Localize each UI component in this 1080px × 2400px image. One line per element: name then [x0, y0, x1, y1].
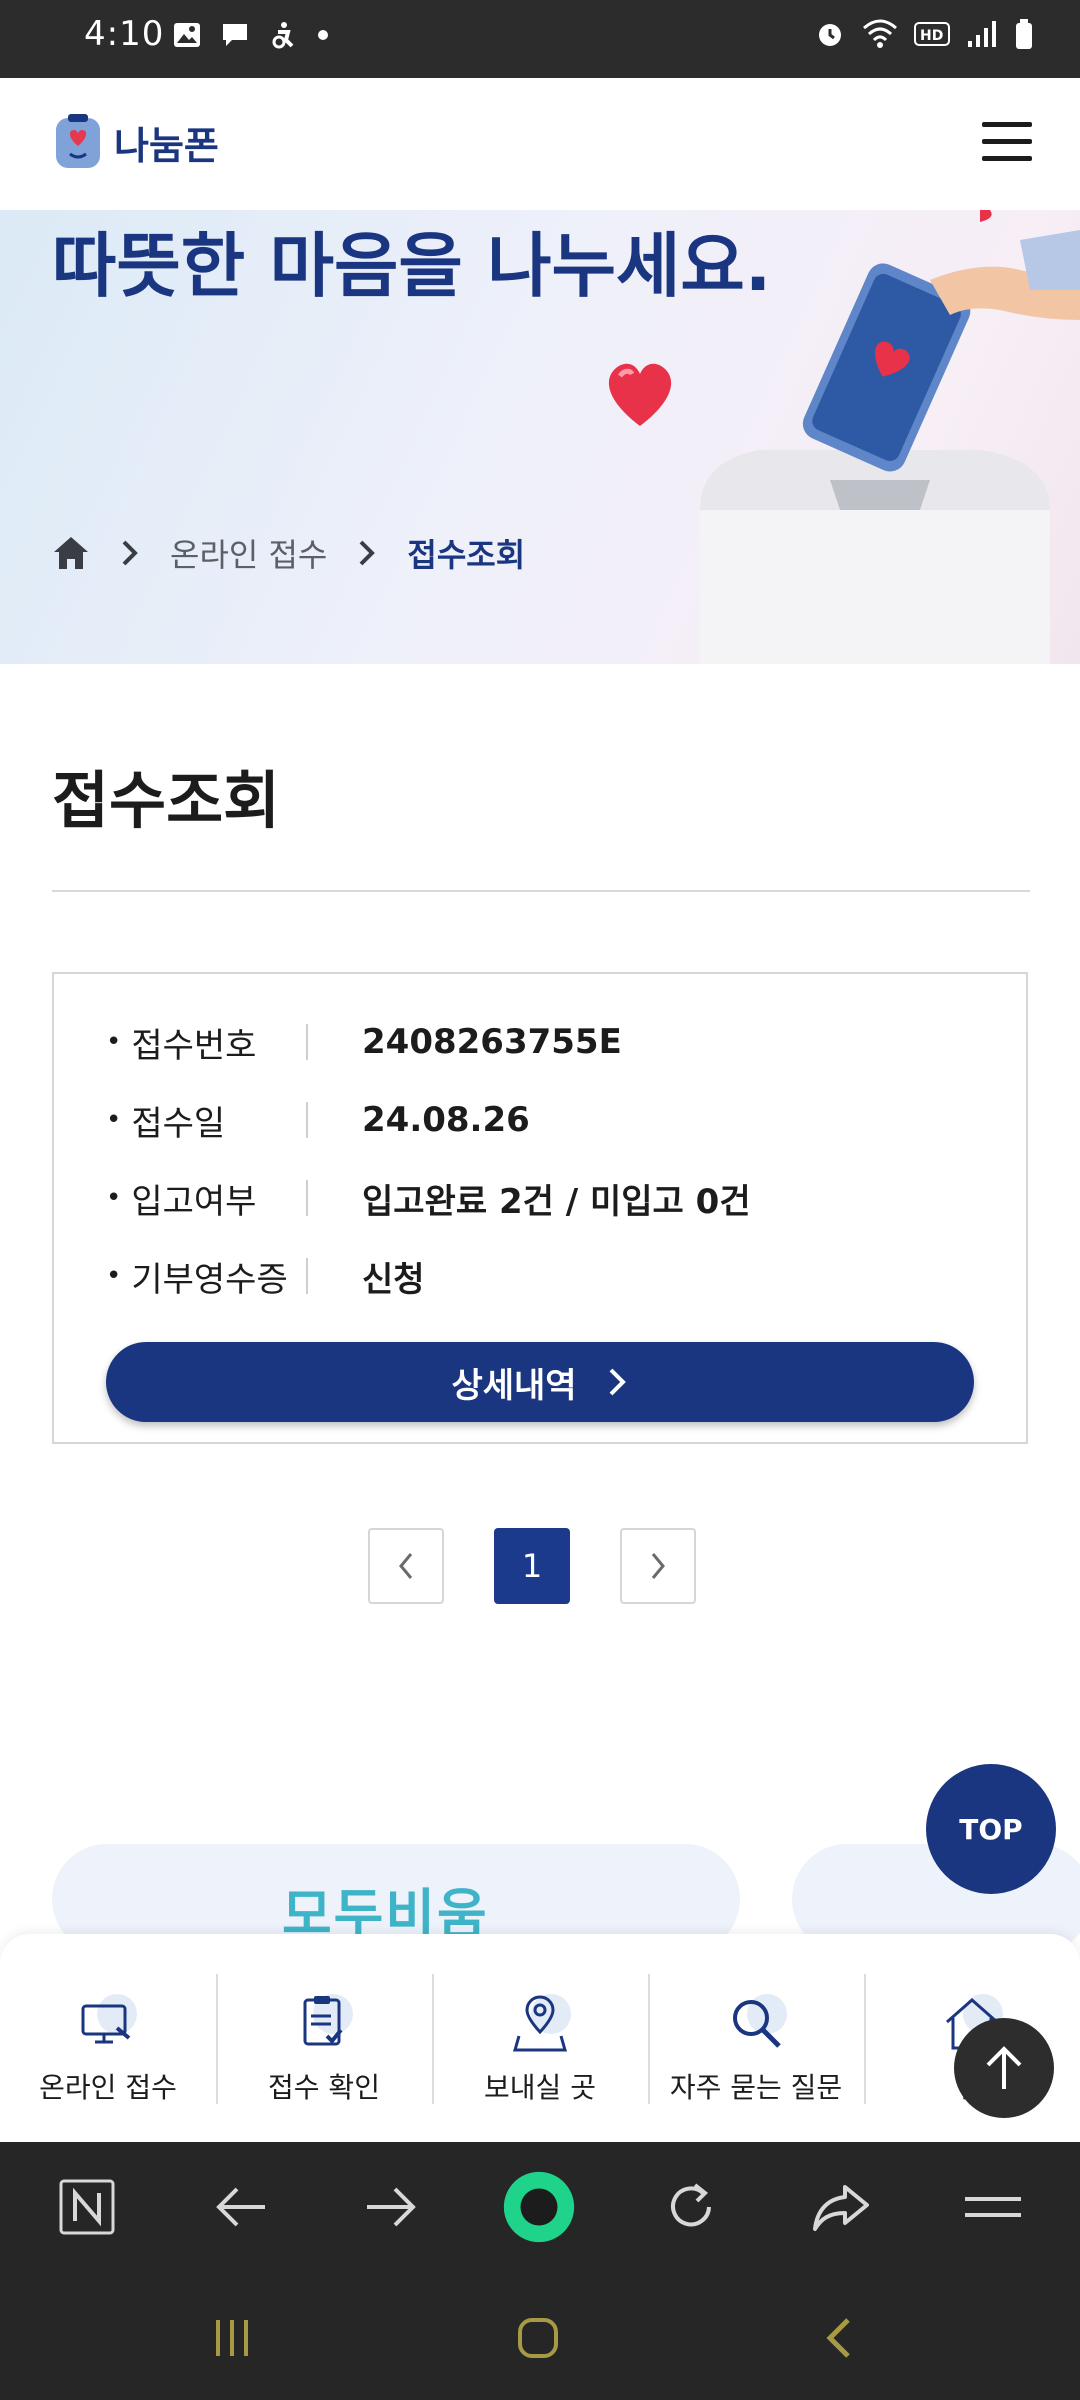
system-icons: HD	[814, 18, 1034, 50]
home-nav-icon[interactable]	[514, 2316, 562, 2360]
map-pin-icon	[505, 1988, 575, 2058]
quick-online-reception[interactable]: 온라인 접수	[0, 1934, 216, 2142]
forward-button[interactable]	[354, 2170, 428, 2244]
hd-icon: HD	[914, 22, 950, 46]
menu-line	[982, 122, 1032, 127]
chevron-right-icon	[651, 1553, 665, 1579]
row-separator	[306, 1258, 308, 1294]
logo-heart-phone-icon	[56, 114, 100, 168]
prev-page-button[interactable]	[368, 1528, 444, 1604]
detail-button-label: 상세내역	[451, 1365, 577, 1406]
donation-box-illustration	[700, 210, 1080, 664]
quick-label: 자주 묻는 질문	[669, 2071, 843, 2104]
chevron-right-icon	[609, 1368, 626, 1396]
heart-icon	[608, 363, 672, 426]
next-page-button[interactable]	[620, 1528, 696, 1604]
search-icon	[721, 1988, 791, 2058]
menu-icon	[965, 2197, 1021, 2217]
clipboard-check-icon	[289, 1988, 359, 2058]
chat-icon	[223, 24, 247, 46]
receipt-row-stock-status: 입고여부 입고완료 2건 / 미입고 0건	[106, 1168, 751, 1228]
naver-home-button[interactable]	[50, 2170, 124, 2244]
scroll-to-top-button[interactable]	[954, 2018, 1054, 2118]
chevron-left-icon	[399, 1553, 413, 1579]
chevron-right-icon	[359, 540, 376, 566]
breadcrumb: 온라인 접수 접수조회	[52, 530, 525, 576]
hero-banner: 따뜻한 마음을 나누세요. 온라인 접수 접수조회	[0, 210, 1080, 664]
share-button[interactable]	[804, 2170, 878, 2244]
accessibility-icon	[272, 22, 294, 49]
status-bar: 4:10 HD	[0, 0, 1080, 78]
row-label: 접수일	[106, 1096, 306, 1145]
receipt-row-number: 접수번호 2408263755E	[106, 1012, 622, 1072]
alarm-icon	[819, 24, 841, 46]
breadcrumb-current: 접수조회	[407, 536, 526, 574]
quick-label: 접수 확인	[268, 2071, 380, 2104]
receipt-row-donation-receipt: 기부영수증 신청	[106, 1246, 425, 1306]
status-time: 4:10	[84, 14, 165, 54]
site-header: 나눔폰	[0, 78, 1080, 210]
row-separator	[306, 1024, 308, 1060]
home-icon[interactable]	[52, 534, 90, 572]
quick-label: 온라인 접수	[39, 2071, 177, 2104]
detail-button[interactable]: 상세내역	[106, 1342, 974, 1422]
signal-icon	[968, 21, 996, 47]
row-label: 입고여부	[106, 1174, 306, 1223]
arrow-up-icon	[986, 2046, 1022, 2089]
notification-icons	[172, 20, 330, 50]
chevron-right-icon	[122, 540, 138, 566]
share-icon	[813, 2185, 869, 2231]
row-label: 기부영수증	[106, 1252, 306, 1301]
quick-label: 보내실 곳	[484, 2071, 596, 2104]
refresh-button[interactable]	[654, 2170, 728, 2244]
quick-faq[interactable]: 자주 묻는 질문	[648, 1934, 864, 2142]
hero-title: 따뜻한 마음을 나누세요.	[52, 225, 772, 307]
recent-apps-icon[interactable]	[210, 2316, 254, 2360]
hamburger-menu-button[interactable]	[982, 122, 1032, 162]
pagination: 1	[368, 1528, 696, 1604]
menu-line	[982, 139, 1032, 144]
svg-text:HD: HD	[920, 28, 943, 44]
row-separator	[306, 1180, 308, 1216]
row-separator	[306, 1102, 308, 1138]
page-title: 접수조회	[52, 764, 281, 837]
row-value: 24.08.26	[362, 1100, 530, 1140]
arrow-left-icon	[216, 2187, 265, 2227]
browser-menu-button[interactable]	[956, 2170, 1030, 2244]
back-button[interactable]	[204, 2170, 278, 2244]
dot-icon	[318, 30, 328, 40]
divider	[52, 890, 1030, 892]
row-label: 접수번호	[106, 1018, 306, 1067]
naver-n-icon	[59, 2179, 115, 2235]
quick-menu: 온라인 접수 접수 확인 보내실 곳 자주 묻는 질문 홈	[0, 1934, 1080, 2142]
receipt-row-date: 접수일 24.08.26	[106, 1090, 530, 1150]
browser-toolbar	[0, 2142, 1080, 2272]
system-nav-bar	[0, 2272, 1080, 2400]
logo-text: 나눔폰	[114, 123, 219, 168]
row-value: 신청	[362, 1259, 425, 1300]
back-nav-icon[interactable]	[820, 2316, 856, 2360]
page-number-button[interactable]: 1	[494, 1528, 570, 1604]
site-logo[interactable]: 나눔폰	[50, 112, 219, 172]
battery-icon	[1016, 19, 1032, 49]
gallery-icon	[174, 23, 200, 47]
breadcrumb-online-reception[interactable]: 온라인 접수	[170, 530, 327, 576]
arrow-right-icon	[367, 2187, 416, 2227]
row-value: 입고완료 2건 / 미입고 0건	[362, 1181, 751, 1222]
receipt-card: 접수번호 2408263755E 접수일 24.08.26 입고여부 입고완료 …	[52, 972, 1028, 1444]
wifi-icon	[863, 19, 897, 48]
menu-line	[982, 156, 1032, 161]
row-value: 2408263755E	[362, 1022, 622, 1062]
refresh-icon	[671, 2183, 711, 2227]
quick-reception-check[interactable]: 접수 확인	[216, 1934, 432, 2142]
green-dot-button[interactable]	[502, 2170, 576, 2244]
green-dot-icon	[503, 2171, 575, 2243]
top-button[interactable]: TOP	[926, 1764, 1056, 1894]
monitor-icon	[73, 1988, 143, 2058]
quick-send-address[interactable]: 보내실 곳	[432, 1934, 648, 2142]
